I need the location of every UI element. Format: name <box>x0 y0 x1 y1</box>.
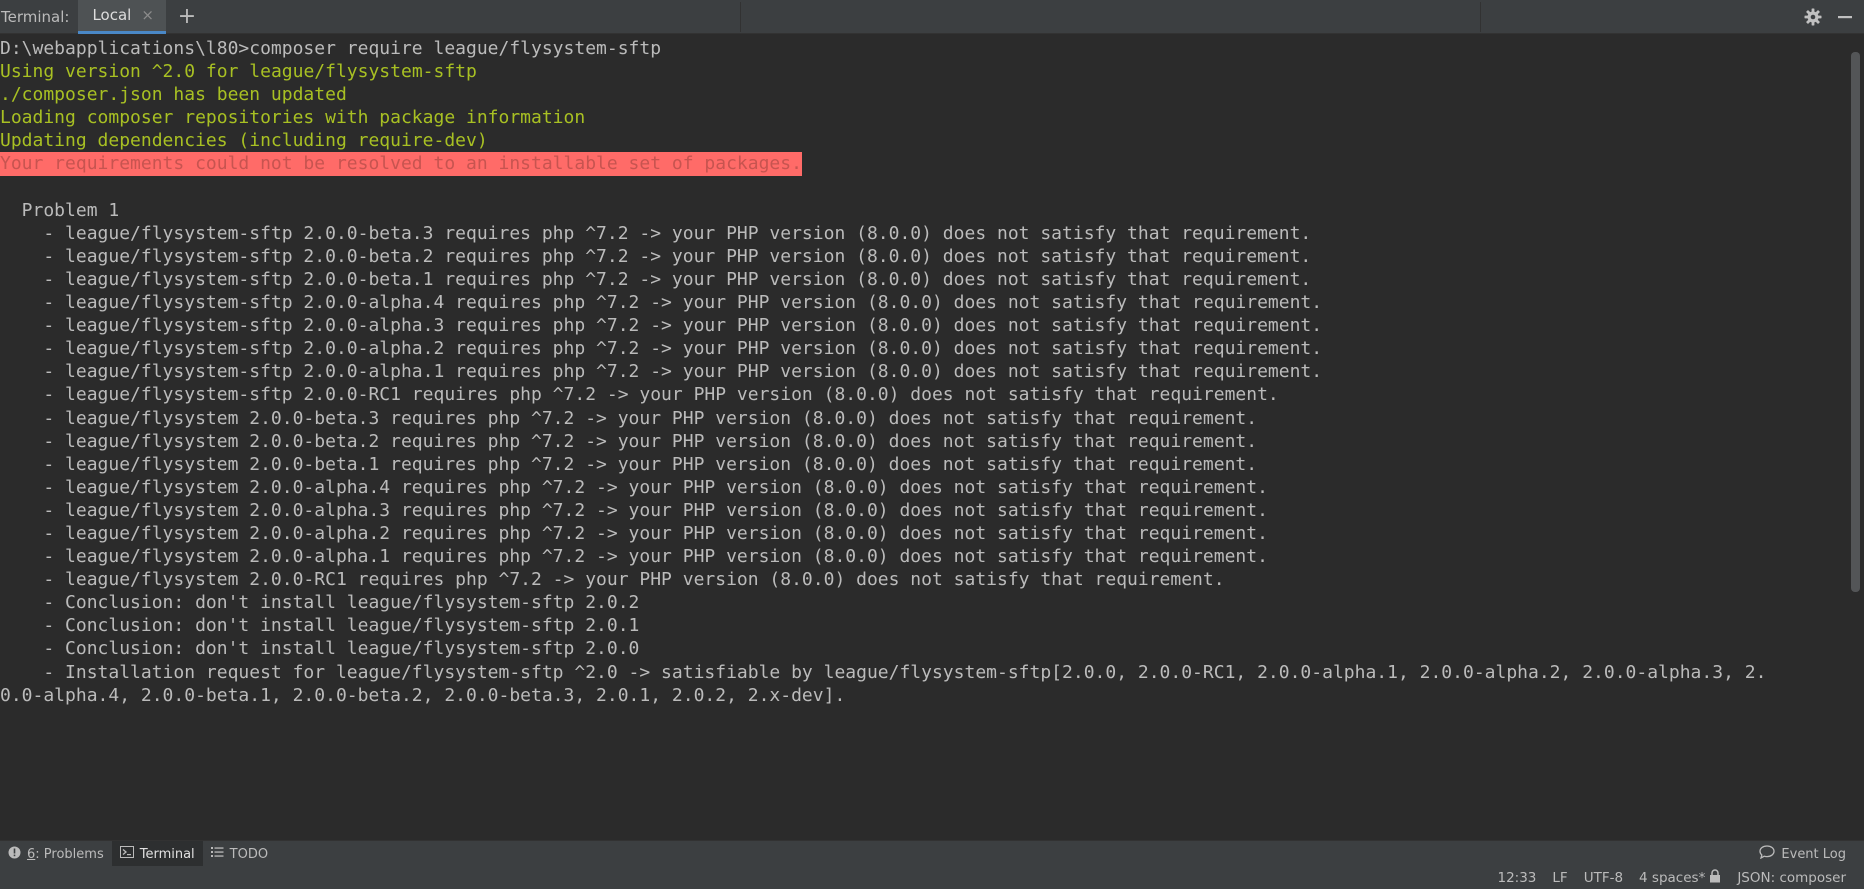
terminal-line-text: - league/flysystem-sftp 2.0.0-beta.1 req… <box>0 268 1312 290</box>
terminal-line-text: - league/flysystem-sftp 2.0.0-beta.2 req… <box>0 245 1312 267</box>
terminal-line: - league/flysystem 2.0.0-beta.3 requires… <box>0 407 1846 430</box>
terminal-line-text: - league/flysystem-sftp 2.0.0-alpha.3 re… <box>0 315 1323 337</box>
terminal-line-text: Problem 1 <box>0 199 120 221</box>
terminal-tool-button[interactable]: Terminal <box>111 841 203 867</box>
terminal-line-text: - league/flysystem-sftp 2.0.0-RC1 requir… <box>0 384 1279 406</box>
caret-position[interactable]: 12:33 <box>1497 870 1536 886</box>
terminal-line: - league/flysystem 2.0.0-alpha.4 require… <box>0 476 1846 499</box>
divider <box>740 2 741 32</box>
lock-icon <box>1709 868 1721 887</box>
terminal-output[interactable]: D:\webapplications\l80>composer require … <box>0 37 1846 837</box>
terminal-line: Problem 1 <box>0 199 1846 222</box>
terminal-line: - league/flysystem 2.0.0-RC1 requires ph… <box>0 568 1846 591</box>
indent-setting[interactable]: 4 spaces* <box>1639 868 1721 887</box>
terminal-line-text: - league/flysystem 2.0.0-beta.3 requires… <box>0 407 1258 429</box>
terminal-line-text: - Conclusion: don't install league/flysy… <box>0 592 640 614</box>
terminal-line-text: 0.0-alpha.4, 2.0.0-beta.1, 2.0.0-beta.2,… <box>0 684 846 706</box>
minimize-icon[interactable] <box>1836 8 1854 26</box>
terminal-line: - league/flysystem-sftp 2.0.0-RC1 requir… <box>0 383 1846 406</box>
terminal-line: - Installation request for league/flysys… <box>0 661 1846 684</box>
scrollbar-thumb[interactable] <box>1851 52 1860 592</box>
line-separator[interactable]: LF <box>1552 870 1567 886</box>
terminal-line: - league/flysystem 2.0.0-alpha.1 require… <box>0 545 1846 568</box>
terminal-line-segment: ^2.0 <box>151 61 196 83</box>
indent-label: 4 spaces* <box>1639 869 1706 886</box>
terminal-line: - Conclusion: don't install league/flysy… <box>0 614 1846 637</box>
problems-label: : Problems <box>35 846 104 862</box>
tab-local-label: Local <box>92 6 132 24</box>
terminal-line-text: Loading composer repositories with packa… <box>0 107 586 129</box>
terminal-line-text: - league/flysystem 2.0.0-alpha.4 require… <box>0 476 1268 498</box>
terminal-line-text: - league/flysystem 2.0.0-alpha.2 require… <box>0 522 1268 544</box>
add-tab-icon[interactable]: + <box>176 4 198 29</box>
terminal-line-text: - Installation request for league/flysys… <box>0 661 1767 683</box>
terminal-line: D:\webapplications\l80>composer require … <box>0 37 1846 60</box>
terminal-title: Terminal: <box>1 7 70 26</box>
terminal-tab-bar: Terminal: Local × + <box>0 0 1864 34</box>
terminal-line: - league/flysystem 2.0.0-beta.1 requires… <box>0 453 1846 476</box>
gear-icon[interactable] <box>1804 8 1822 26</box>
speech-bubble-icon <box>1759 845 1776 863</box>
tool-window-bar: 6: Problems Terminal TODO Event Log <box>0 840 1864 867</box>
terminal-line: - league/flysystem-sftp 2.0.0-beta.3 req… <box>0 222 1846 245</box>
terminal-line: - league/flysystem-sftp 2.0.0-beta.2 req… <box>0 245 1846 268</box>
terminal-line: - league/flysystem-sftp 2.0.0-beta.1 req… <box>0 268 1846 291</box>
tab-local[interactable]: Local × <box>78 0 166 34</box>
terminal-line: - league/flysystem-sftp 2.0.0-alpha.1 re… <box>0 360 1846 383</box>
terminal-line: 0.0-alpha.4, 2.0.0-beta.1, 2.0.0-beta.2,… <box>0 684 1846 707</box>
terminal-line: ./composer.json has been updated <box>0 83 1846 106</box>
json-schema[interactable]: JSON: composer <box>1737 870 1846 886</box>
terminal-line-text: - league/flysystem 2.0.0-beta.2 requires… <box>0 430 1258 452</box>
terminal-line-text: - league/flysystem-sftp 2.0.0-alpha.4 re… <box>0 292 1323 314</box>
status-bar: 12:33 LF UTF-8 4 spaces* JSON: composer <box>0 866 1864 889</box>
terminal-line-text: - league/flysystem-sftp 2.0.0-alpha.1 re… <box>0 361 1323 383</box>
todo-tool-button[interactable]: TODO <box>203 841 276 867</box>
terminal-line: - league/flysystem 2.0.0-beta.2 requires… <box>0 430 1846 453</box>
terminal-line-text: - league/flysystem 2.0.0-beta.1 requires… <box>0 453 1258 475</box>
problems-tool-button[interactable]: 6: Problems <box>0 841 112 867</box>
terminal-line: - league/flysystem 2.0.0-alpha.3 require… <box>0 499 1846 522</box>
terminal-line: - Conclusion: don't install league/flysy… <box>0 591 1846 614</box>
terminal-line: Loading composer repositories with packa… <box>0 106 1846 129</box>
terminal-line-text: Updating dependencies (including require… <box>0 130 488 152</box>
terminal-line-text: - league/flysystem 2.0.0-alpha.1 require… <box>0 546 1268 568</box>
terminal-line: Updating dependencies (including require… <box>0 129 1846 152</box>
terminal-line: - league/flysystem-sftp 2.0.0-alpha.4 re… <box>0 291 1846 314</box>
file-encoding[interactable]: UTF-8 <box>1584 870 1623 886</box>
terminal-line-segment: Using version <box>0 61 152 83</box>
divider <box>1480 2 1481 32</box>
terminal-line-text: - league/flysystem 2.0.0-RC1 requires ph… <box>0 569 1225 591</box>
terminal-line-segment: league/flysystem-sftp <box>249 61 477 83</box>
terminal-icon <box>119 846 134 862</box>
list-icon <box>210 846 224 862</box>
terminal-line: Your requirements could not be resolved … <box>0 152 1846 176</box>
terminal-line: - league/flysystem-sftp 2.0.0-alpha.3 re… <box>0 314 1846 337</box>
terminal-line-text: - league/flysystem-sftp 2.0.0-beta.3 req… <box>0 222 1312 244</box>
todo-label: TODO <box>229 846 269 862</box>
terminal-line-text: - league/flysystem-sftp 2.0.0-alpha.2 re… <box>0 338 1323 360</box>
terminal-line-text: - Conclusion: don't install league/flysy… <box>0 615 640 637</box>
terminal-line: Using version ^2.0 for league/flysystem-… <box>0 60 1846 83</box>
terminal-line-text: - league/flysystem 2.0.0-alpha.3 require… <box>0 499 1268 521</box>
terminal-line-text: ./composer.json has been updated <box>0 84 347 106</box>
terminal-line: - Conclusion: don't install league/flysy… <box>0 637 1846 660</box>
event-log-button[interactable]: Event Log <box>1759 845 1846 863</box>
terminal-line-text: D:\webapplications\l80>composer require … <box>0 38 662 59</box>
error-message: Your requirements could not be resolved … <box>0 152 802 176</box>
terminal-line: - league/flysystem-sftp 2.0.0-alpha.2 re… <box>0 337 1846 360</box>
close-icon[interactable]: × <box>141 6 154 24</box>
terminal-line-text: - Conclusion: don't install league/flysy… <box>0 638 640 660</box>
terminal-label: Terminal <box>139 846 195 862</box>
problems-icon <box>8 846 21 863</box>
terminal-line-segment: for <box>195 61 250 83</box>
terminal-line: - league/flysystem 2.0.0-alpha.2 require… <box>0 522 1846 545</box>
event-log-label: Event Log <box>1781 846 1846 862</box>
